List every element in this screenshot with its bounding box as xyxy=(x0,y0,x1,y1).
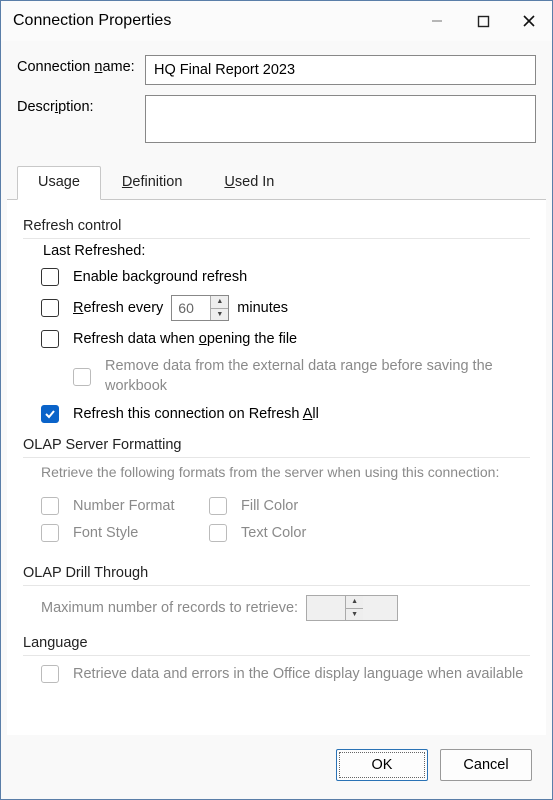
olap-drill-section: OLAP Drill Through Maximum number of rec… xyxy=(23,565,530,621)
interval-up-icon[interactable]: ▲ xyxy=(211,296,228,309)
form-header: Connection name: Description: xyxy=(1,41,552,159)
connection-name-input[interactable] xyxy=(145,55,536,85)
description-input[interactable] xyxy=(145,95,536,143)
description-label: Description: xyxy=(17,95,145,115)
refresh-on-open-checkbox[interactable] xyxy=(41,330,59,348)
enable-background-refresh-label: Enable background refresh xyxy=(73,269,247,285)
max-records-spinner: ▲ ▼ xyxy=(306,595,398,621)
tab-used-in[interactable]: Used In xyxy=(203,166,295,200)
olap-formatting-title: OLAP Server Formatting xyxy=(23,437,530,458)
refresh-all-label: Refresh this connection on Refresh All xyxy=(73,406,319,422)
fill-color-label: Fill Color xyxy=(241,498,298,514)
tab-usage[interactable]: Usage xyxy=(17,166,101,200)
window-title: Connection Properties xyxy=(13,12,414,30)
language-section: Language Retrieve data and errors in the… xyxy=(23,635,530,683)
language-checkbox xyxy=(41,665,59,683)
ok-button[interactable]: OK xyxy=(336,749,428,781)
remove-data-label: Remove data from the external data range… xyxy=(105,357,530,396)
refresh-every-label: Refresh every xyxy=(73,300,163,316)
number-format-label: Number Format xyxy=(73,498,175,514)
minimize-button[interactable] xyxy=(414,1,460,41)
olap-formatting-section: OLAP Server Formatting Retrieve the foll… xyxy=(23,437,530,551)
max-records-input xyxy=(307,596,345,620)
refresh-control-section: Refresh control Last Refreshed: Enable b… xyxy=(23,218,530,423)
refresh-every-checkbox[interactable] xyxy=(41,299,59,317)
max-records-up-icon: ▲ xyxy=(346,596,363,609)
interval-down-icon[interactable]: ▼ xyxy=(211,309,228,321)
fill-color-checkbox xyxy=(209,497,227,515)
font-style-checkbox xyxy=(41,524,59,542)
refresh-interval-input[interactable] xyxy=(172,296,210,320)
refresh-control-title: Refresh control xyxy=(23,218,530,239)
max-records-label: Maximum number of records to retrieve: xyxy=(41,600,298,616)
max-records-down-icon: ▼ xyxy=(346,609,363,621)
connection-name-label: Connection name: xyxy=(17,55,145,75)
tab-definition[interactable]: Definition xyxy=(101,166,203,200)
minutes-label: minutes xyxy=(237,300,288,316)
refresh-all-checkbox[interactable] xyxy=(41,405,59,423)
language-label: Retrieve data and errors in the Office d… xyxy=(73,666,523,682)
tab-strip: Usage Definition Used In xyxy=(1,165,552,199)
titlebar: Connection Properties xyxy=(1,1,552,41)
cancel-button[interactable]: Cancel xyxy=(440,749,532,781)
close-button[interactable] xyxy=(506,1,552,41)
number-format-checkbox xyxy=(41,497,59,515)
refresh-interval-spinner[interactable]: ▲ ▼ xyxy=(171,295,229,321)
maximize-button[interactable] xyxy=(460,1,506,41)
usage-pane: Refresh control Last Refreshed: Enable b… xyxy=(7,199,546,735)
enable-background-refresh-checkbox[interactable] xyxy=(41,268,59,286)
olap-drill-title: OLAP Drill Through xyxy=(23,565,530,586)
remove-data-checkbox xyxy=(73,368,91,386)
olap-formatting-hint: Retrieve the following formats from the … xyxy=(41,464,530,480)
font-style-label: Font Style xyxy=(73,525,138,541)
refresh-on-open-label: Refresh data when opening the file xyxy=(73,331,297,347)
connection-properties-dialog: Connection Properties Connection name: D… xyxy=(0,0,553,800)
text-color-checkbox xyxy=(209,524,227,542)
dialog-footer: OK Cancel xyxy=(1,735,552,799)
last-refreshed-label: Last Refreshed: xyxy=(41,243,530,259)
language-title: Language xyxy=(23,635,530,656)
text-color-label: Text Color xyxy=(241,525,306,541)
